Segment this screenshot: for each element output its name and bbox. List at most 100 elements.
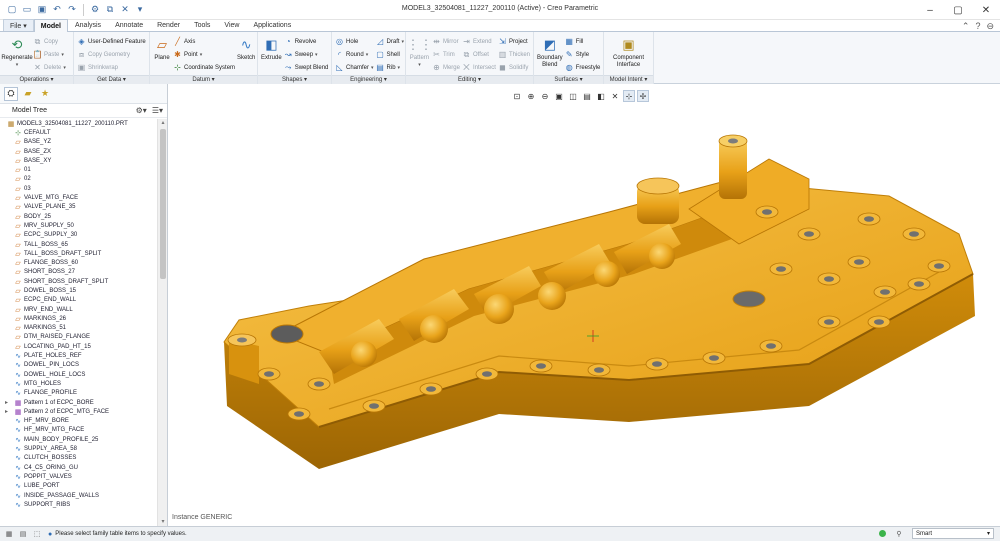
tree-item[interactable]: ▱ BASE_XY [0,156,157,165]
undo-icon[interactable]: ↶ [51,4,63,16]
tree-item[interactable]: ▱ ECPC_END_WALL [0,296,157,305]
point-button[interactable]: ✱ Point ▾ [173,49,235,60]
tree-item[interactable]: ▱ 03 [0,184,157,193]
tree-item[interactable]: ▱ SHORT_BOSS_DRAFT_SPLIT [0,277,157,286]
tree-item[interactable]: ▱ 02 [0,175,157,184]
group-title[interactable]: Surfaces ▾ [534,75,603,84]
tree-item[interactable]: ∿ PLATE_HOLES_REF [0,351,157,360]
scroll-down-icon[interactable]: ▾ [158,518,168,526]
window-icon[interactable]: ⧉ [104,4,116,16]
help-icon[interactable]: ? [975,21,980,32]
tree-item[interactable]: ▱ 01 [0,165,157,174]
part-model-view[interactable] [169,84,1000,526]
close-icon[interactable]: ✕ [972,0,1000,20]
tab-applications[interactable]: Applications [246,19,298,31]
tree-item[interactable]: ∿ SUPPORT_RIBS [0,500,157,509]
tree-item[interactable]: ∿ HF_MRV_BORE [0,417,157,426]
favorites-tab-icon[interactable]: ★ [38,87,52,101]
tab-tools[interactable]: Tools [187,19,217,31]
tree-item[interactable]: ▱ BASE_YZ [0,138,157,147]
hole-button[interactable]: ◎ Hole [335,36,374,47]
paste-button[interactable]: 📋 Paste ▾ [33,49,66,60]
shell-button[interactable]: ▢ Shell [376,49,405,60]
tree-item[interactable]: ∿ POPPIT_VALVES [0,472,157,481]
copy-geometry-button[interactable]: ⧈ Copy Geometry [77,49,146,60]
maximize-icon[interactable]: ▢ [944,0,972,20]
tree-item[interactable]: ∿ C4_C5_ORING_GU [0,463,157,472]
new-icon[interactable]: ▢ [6,4,18,16]
scroll-thumb[interactable] [160,129,166,279]
tree-item[interactable]: ∿ CLUTCH_BOSSES [0,454,157,463]
tab-model[interactable]: Model [33,19,68,32]
freestyle-button[interactable]: ◍ Freestyle [565,62,601,73]
tree-item[interactable]: ▱ VALVE_MTG_FACE [0,193,157,202]
solidify-button[interactable]: ◼ Solidify [498,62,530,73]
draft-button[interactable]: ◿ Draft ▾ [376,36,404,47]
tree-item[interactable]: ∿ HF_MRV_MTG_FACE [0,426,157,435]
group-title[interactable]: Operations ▾ [0,75,73,84]
tree-item[interactable]: ⊹ CEFAULT [0,128,157,137]
shrinkwrap-button[interactable]: ▣ Shrinkwrap [77,62,146,73]
redo-icon[interactable]: ↷ [66,4,78,16]
group-title[interactable]: Editing ▾ [406,75,533,84]
tree-item[interactable]: ∿ SUPPLY_AREA_58 [0,444,157,453]
tree-item[interactable]: ∿ DOWEL_HOLE_LOCS [0,370,157,379]
customize-icon[interactable]: ▾ [134,4,146,16]
save-icon[interactable]: ▣ [36,4,48,16]
tree-item[interactable]: ▱ SHORT_BOSS_27 [0,268,157,277]
tree-item[interactable]: ▱ BASE_ZX [0,147,157,156]
trim-button[interactable]: ✂ Trim [432,49,460,60]
tree-item[interactable]: ▸ ▦ Pattern 2 of ECPC_MTG_FACE [0,407,157,416]
chamfer-button[interactable]: ◺ Chamfer ▾ [335,62,373,73]
rib-button[interactable]: ▤ Rib ▾ [376,62,405,73]
axis-button[interactable]: ╱ Axis [173,36,235,47]
search-commands-icon[interactable]: ⊖ [986,21,994,32]
sweep-button[interactable]: ↝ Sweep ▾ [284,49,329,60]
tab-annotate[interactable]: Annotate [108,19,150,31]
tree-scrollbar[interactable]: ▴ ▾ [157,119,167,526]
expand-arrow-icon[interactable]: ▸ [5,399,8,406]
style-button[interactable]: ✎ Style [565,49,601,60]
graphics-window[interactable]: ⊡ ⊕ ⊖ ▣ ◫ ▤ ◧ ✕ ⊹ ✢ Instance GENERIC [169,84,1000,526]
group-title[interactable]: Datum ▾ [150,75,257,84]
merge-button[interactable]: ⊕ Merge [432,62,460,73]
regenerate-icon[interactable]: ⚙ [89,4,101,16]
open-icon[interactable]: ▭ [21,4,33,16]
tab-render[interactable]: Render [150,19,187,31]
minimize-icon[interactable]: – [916,0,944,20]
tree-item[interactable]: ∿ DOWEL_PIN_LOCS [0,361,157,370]
tree-item[interactable]: ▱ MRV_END_WALL [0,305,157,314]
minimize-ribbon-icon[interactable]: ⌃ [962,21,970,32]
tree-item[interactable]: ▱ VALVE_PLANE_35 [0,203,157,212]
tree-settings-icon[interactable]: ⚙▾ [136,106,147,115]
tab-view[interactable]: View [217,19,246,31]
model-tree-tab-icon[interactable]: ⛭ [4,86,18,101]
tree-item[interactable]: ▱ FLANGE_BOSS_60 [0,258,157,267]
tree-show-icon[interactable]: ☰▾ [152,106,163,115]
group-title[interactable]: Model Intent ▾ [604,75,653,84]
expand-arrow-icon[interactable]: ▸ [5,408,8,415]
scroll-up-icon[interactable]: ▴ [158,119,168,127]
group-title[interactable]: Get Data ▾ [74,75,149,84]
csys-button[interactable]: ⊹ Coordinate System [173,62,235,73]
revolve-button[interactable]: ◔ Revolve [284,36,329,47]
thicken-button[interactable]: ▥ Thicken [498,49,530,60]
tab-file[interactable]: File ▾ [3,19,34,31]
tree-item[interactable]: ∿ FLANGE_PROFILE [0,389,157,398]
delete-button[interactable]: ✕ Delete ▾ [33,62,66,73]
udf-button[interactable]: ◈ User-Defined Feature [77,36,145,47]
tree-item[interactable]: ∿ INSIDE_PASSAGE_WALLS [0,491,157,500]
tree-item[interactable]: ▱ DOWEL_BOSS_15 [0,286,157,295]
project-button[interactable]: ⇲ Project [498,36,530,47]
offset-button[interactable]: ⧉ Offset [462,49,496,60]
folder-browser-tab-icon[interactable]: ▰ [21,87,35,101]
tree-item[interactable]: ▱ MRV_SUPPLY_50 [0,221,157,230]
tree-item[interactable]: ∿ LUBE_PORT [0,482,157,491]
tree-item[interactable]: ∿ MAIN_BODY_PROFILE_25 [0,435,157,444]
extend-button[interactable]: ⇥ Extend [462,36,496,47]
toggle-navigator-icon[interactable]: ▦ [4,529,14,539]
tree-item[interactable]: ▱ MARKINGS_26 [0,314,157,323]
find-icon[interactable]: ⚲ [894,529,904,539]
close-window-icon[interactable]: ✕ [119,4,131,16]
toggle-browser-icon[interactable]: ▤ [18,529,28,539]
